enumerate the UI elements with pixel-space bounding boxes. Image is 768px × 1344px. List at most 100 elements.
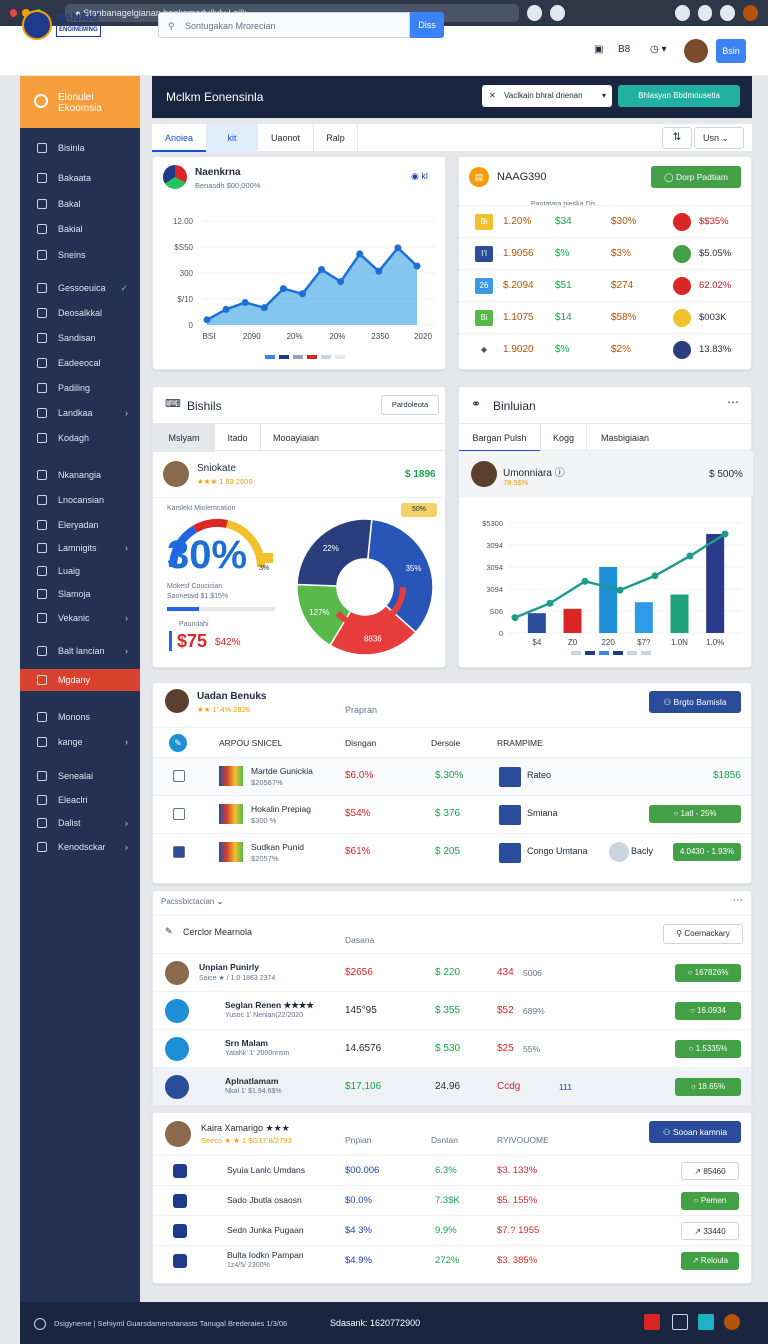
- table-row[interactable]: Bulta Iodkn Pampan 1z4/5/ 2300% $4.9% 272% $…: [153, 1245, 751, 1275]
- row-checkbox[interactable]: [173, 846, 185, 858]
- sidebar-item[interactable]: Deosalkkal: [20, 302, 140, 324]
- unit-select[interactable]: Usn ⌄: [694, 127, 744, 149]
- search-input[interactable]: ⚲ Sontugakan Mrorecian: [158, 12, 410, 38]
- sidebar-item[interactable]: Balt lancian ›: [20, 640, 140, 662]
- table-row[interactable]: Seglan Renen ★★★★ Yusoc 1’ Nenian(22/2020…: [153, 991, 751, 1029]
- more-icon[interactable]: ⋯: [727, 395, 739, 409]
- search-button[interactable]: Diss: [410, 12, 444, 38]
- sidebar-item[interactable]: Monons: [20, 706, 140, 728]
- settings-icon[interactable]: [720, 5, 736, 21]
- tab-mslyam[interactable]: Mslyam: [153, 424, 215, 452]
- table-row[interactable]: Sedn Junka Pugaan $4 3% 9.9% $7.? 1955 ↗ 334…: [153, 1215, 751, 1245]
- sidebar-item[interactable]: Dalist ›: [20, 812, 140, 834]
- tab-anoiea[interactable]: Anoiea: [152, 124, 206, 152]
- sidebar-item[interactable]: Sneins: [20, 244, 140, 266]
- sidebar-item[interactable]: Eleaclri: [20, 789, 140, 811]
- table-row[interactable]: Martde Gunickia $20567% $6.0% $.30% Rateo $18…: [153, 757, 751, 795]
- tab-kit[interactable]: kit: [206, 124, 258, 152]
- sidebar-header[interactable]: Elonulei Ekoomsia: [20, 76, 140, 128]
- tab-bargan-pulsh[interactable]: Bargan Pulsh: [459, 424, 541, 452]
- sidebar-item[interactable]: Gessoeuica ✓: [20, 277, 140, 299]
- table-row[interactable]: Bi 1.1075 $14 $58% $003K: [459, 301, 751, 333]
- table-row[interactable]: Syuia Lanlc Umdans $00.006 6.3% $3. 133% ↗ 8…: [153, 1155, 751, 1185]
- card-action-button[interactable]: ⚲ Coernackary: [663, 924, 743, 944]
- tab-ralp[interactable]: Ralp: [314, 124, 358, 152]
- reload-icon[interactable]: [550, 5, 565, 21]
- banner-action-button[interactable]: Bhlasyan Bbdmousetia: [618, 85, 740, 107]
- grid-icon[interactable]: [672, 1314, 688, 1330]
- status-badge[interactable]: ↗ Reloula: [681, 1252, 739, 1270]
- table-row[interactable]: Srn Malam Yatahk’ 1’ 2000nnsm 14.6576 $ 530…: [153, 1029, 751, 1067]
- sidebar-item[interactable]: Padiling: [20, 377, 140, 399]
- status-badge[interactable]: ○ 18.65%: [675, 1078, 741, 1096]
- sidebar-item[interactable]: Bakal: [20, 193, 140, 215]
- table-row[interactable]: ◆ 1.9020 $% $2% 13.83%: [459, 333, 751, 365]
- record-icon[interactable]: [644, 1314, 660, 1330]
- sidebar-item[interactable]: kange ›: [20, 731, 140, 753]
- logo[interactable]: NANAKI ENGINEMING: [22, 6, 122, 44]
- extension-icon[interactable]: [527, 5, 543, 21]
- profile-avatar[interactable]: [743, 5, 758, 21]
- sidebar-item[interactable]: Senealai: [20, 765, 140, 787]
- bag-icon[interactable]: ▣: [594, 44, 603, 55]
- status-badge[interactable]: ○ 16.0934: [675, 1002, 741, 1020]
- tab-masbigiaian[interactable]: Masbigiaian: [587, 424, 663, 452]
- download-icon[interactable]: [697, 5, 713, 21]
- table-row[interactable]: Aplnatlamam Nkal 1’ $1.94.6$% $17,106 24.96…: [153, 1067, 751, 1105]
- table-row[interactable]: Hokalin Prepiag $300 % $54% $ 376 Smiana ○ 1a…: [153, 795, 751, 833]
- sidebar-item[interactable]: Slamoja: [20, 583, 140, 605]
- sidebar-item[interactable]: Kenodsckar ›: [20, 836, 140, 858]
- sidebar-item[interactable]: Lamnigits ›: [20, 537, 140, 559]
- timer-icon[interactable]: ◷ ▾: [650, 44, 667, 55]
- status-badge[interactable]: ○ Pemen: [681, 1192, 739, 1210]
- sidebar-item[interactable]: Sandisan: [20, 327, 140, 349]
- status-badge[interactable]: ↗ 85460: [681, 1162, 739, 1180]
- sidebar-item[interactable]: Mgdany: [20, 669, 140, 691]
- table-row[interactable]: 26 $.2094 $51 $274 62.02%: [459, 269, 751, 301]
- header-button[interactable]: Bsin: [716, 39, 746, 63]
- sidebar-item[interactable]: Nkanangia: [20, 464, 140, 486]
- sidebar-item[interactable]: Vekanic ›: [20, 607, 140, 629]
- sidebar-item[interactable]: Lnocansian: [20, 489, 140, 511]
- status-badge[interactable]: ○ 167826%: [675, 964, 741, 982]
- data-point: [241, 298, 249, 306]
- home-icon[interactable]: [674, 5, 690, 21]
- footer-avatar[interactable]: [724, 1314, 740, 1330]
- status-badge[interactable]: ○ 1atl - 25%: [649, 805, 741, 823]
- sidebar-item[interactable]: Bisinla: [20, 137, 140, 159]
- table-row[interactable]: Bi 1.20% $34 $30% $$35%: [459, 205, 751, 237]
- status-badge[interactable]: ○ 1.5335%: [675, 1040, 741, 1058]
- sidebar-item[interactable]: Bakaata: [20, 167, 140, 189]
- sort-icon[interactable]: ⇅: [662, 127, 692, 149]
- card-action-button[interactable]: ◯ Dorp Padtiam: [651, 166, 741, 188]
- tab-itado[interactable]: Itado: [215, 424, 261, 452]
- filter-dropdown[interactable]: Pacssbictacian ⌄: [161, 897, 223, 906]
- table-row[interactable]: Sudkan Punid $2057% $61% $ 205 Congo Umtana B…: [153, 833, 751, 871]
- tab-kogg[interactable]: Kogg: [541, 424, 587, 452]
- card-action-button[interactable]: ⚇ Brgto Bamisla: [649, 691, 741, 713]
- sidebar-item[interactable]: Kodagh: [20, 427, 140, 449]
- row-checkbox[interactable]: [173, 808, 185, 820]
- more-icon[interactable]: ⋯: [733, 895, 743, 906]
- send-icon[interactable]: [698, 1314, 714, 1330]
- sidebar-item[interactable]: Landkaa ›: [20, 402, 140, 424]
- card-action-button[interactable]: Pardoleota: [381, 395, 439, 415]
- sidebar-item[interactable]: Luaig: [20, 560, 140, 582]
- sidebar-item[interactable]: Eadeeocal: [20, 352, 140, 374]
- header-label[interactable]: B8: [618, 44, 630, 55]
- sidebar-item[interactable]: Eleryadan: [20, 514, 140, 536]
- status-badge[interactable]: ↗ 33440: [681, 1222, 739, 1240]
- sidebar-item[interactable]: Bakial: [20, 218, 140, 240]
- table-row[interactable]: Sado Jbutla osaosn $0.0% 7.3$K $5. 155% ○ Pe…: [153, 1185, 751, 1215]
- tab-mooayiaian[interactable]: Mooayiaian: [261, 424, 331, 452]
- tab-uaonot[interactable]: Uaonot: [258, 124, 314, 152]
- user-avatar[interactable]: [684, 39, 708, 63]
- status-badge[interactable]: 4.0430 - 1.93%: [673, 843, 741, 861]
- edit-icon[interactable]: ✎: [169, 734, 187, 752]
- card-action-button[interactable]: ⚇ Sooan kamnia: [649, 1121, 741, 1143]
- row-checkbox[interactable]: [173, 770, 185, 782]
- table-row[interactable]: Unpian Punirly Saice ★ / 1.0 1863 2374 $26…: [153, 953, 751, 991]
- table-row[interactable]: I’l 1.9056 $% $3% $5.05%: [459, 237, 751, 269]
- filter-select[interactable]: ✕ Vaclkain bhral drienan ▾: [482, 85, 612, 107]
- close-window-icon[interactable]: [10, 9, 18, 17]
